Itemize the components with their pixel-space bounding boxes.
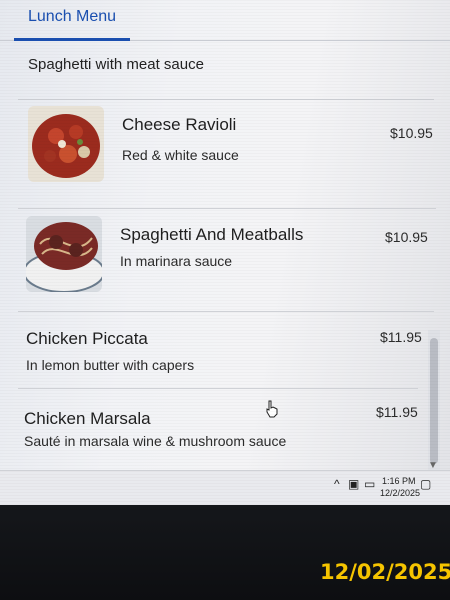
- tab-bar: Lunch Menu: [0, 0, 450, 41]
- spaghetti-image: [26, 216, 102, 292]
- ravioli-image: [28, 106, 104, 182]
- chevron-up-icon[interactable]: ^: [334, 477, 340, 491]
- item-name: Chicken Piccata: [26, 329, 148, 348]
- item-description: Red & white sauce: [122, 147, 239, 163]
- monitor-screen: Lunch Menu Spaghetti with meat sauce Che…: [0, 0, 450, 505]
- tab-lunch-menu[interactable]: Lunch Menu: [14, 0, 131, 41]
- divider: [18, 388, 418, 389]
- clock-time[interactable]: 1:16 PM: [382, 476, 416, 486]
- item-name: Spaghetti And Meatballs: [120, 225, 304, 244]
- item-description: Sauté in marsala wine & mushroom sauce: [24, 433, 287, 449]
- divider: [18, 311, 434, 312]
- monitor-bezel: [0, 505, 450, 600]
- photo-date-stamp: 12/02/2025: [320, 560, 450, 584]
- item-description: In marinara sauce: [120, 253, 233, 269]
- divider: [18, 208, 436, 209]
- scrollbar-thumb[interactable]: [430, 338, 438, 464]
- item-price: $10.95: [390, 125, 433, 141]
- clock-date[interactable]: 12/2/2025: [380, 488, 420, 498]
- network-icon[interactable]: ▣: [348, 477, 359, 491]
- spaghetti-photo: [26, 216, 102, 292]
- item-name: Chicken Marsala: [24, 409, 151, 428]
- display-icon[interactable]: ▭: [364, 477, 375, 491]
- item-price: $10.95: [385, 229, 428, 245]
- taskbar: ^ ▣ ▭ 1:16 PM 12/2/2025 ▢: [0, 470, 450, 505]
- notification-icon[interactable]: ▢: [420, 477, 431, 491]
- ravioli-photo: [28, 106, 104, 182]
- hand-cursor-icon: [266, 400, 278, 418]
- menu-item-partial[interactable]: Spaghetti with meat sauce: [28, 56, 204, 73]
- item-price: $11.95: [380, 329, 422, 345]
- item-description: In lemon butter with capers: [26, 357, 195, 373]
- divider: [18, 99, 434, 100]
- item-price: $11.95: [376, 404, 418, 420]
- item-name: Cheese Ravioli: [122, 115, 237, 134]
